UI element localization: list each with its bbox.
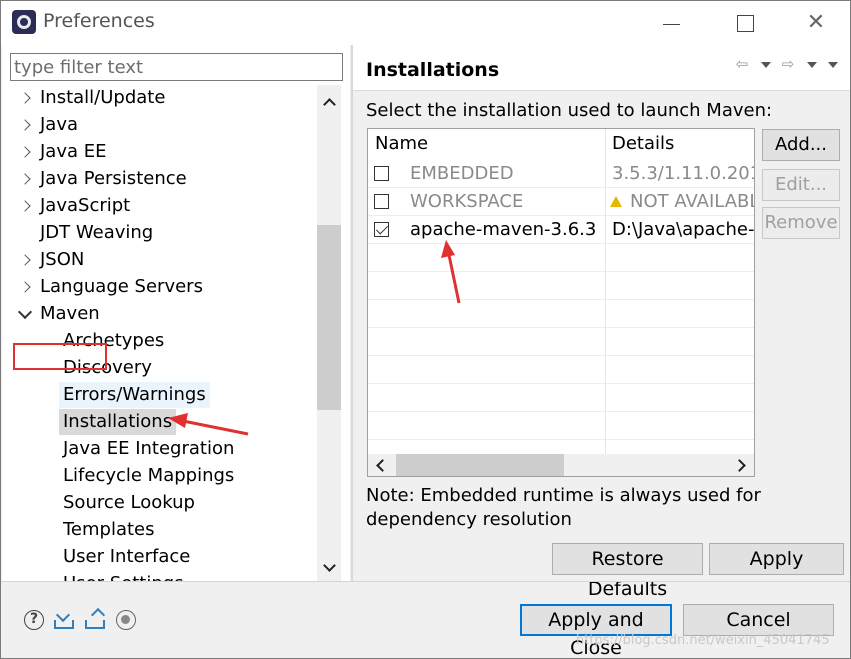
installation-details: NOT AVAILABLE <box>630 191 754 212</box>
scroll-down-icon[interactable] <box>317 557 341 581</box>
installation-name: WORKSPACE <box>410 191 524 212</box>
remove-button[interactable]: Remove <box>762 207 840 239</box>
close-button[interactable]: ✕ <box>801 9 831 37</box>
installations-table: Name Details EMBEDDED 3.5.3/1.11.0.20190… <box>367 128 755 477</box>
record-icon[interactable] <box>116 610 136 630</box>
tree-vertical-scrollbar[interactable] <box>317 85 341 581</box>
chevron-right-icon[interactable] <box>20 166 34 192</box>
maven-annotation-box <box>13 343 107 370</box>
cancel-button[interactable]: Cancel <box>683 604 834 636</box>
view-menu-caret-icon[interactable] <box>828 62 838 68</box>
import-icon[interactable] <box>53 607 75 630</box>
scroll-thumb[interactable] <box>396 454 564 476</box>
chevron-right-icon[interactable] <box>20 112 34 138</box>
chevron-right-icon[interactable] <box>20 85 34 111</box>
chevron-right-icon[interactable] <box>20 193 34 219</box>
chevron-right-icon[interactable] <box>20 139 34 165</box>
tree-item-label: Templates <box>63 519 155 540</box>
apply-and-close-button[interactable]: Apply and Close <box>520 604 672 659</box>
tree-item-label: Java <box>40 114 79 135</box>
apply-button[interactable]: Apply <box>709 543 844 575</box>
edit-button[interactable]: Edit... <box>762 169 840 201</box>
row-checkbox-checked[interactable] <box>374 222 389 237</box>
tree-item-label: Java EE Integration <box>63 438 235 459</box>
tree-item-label: Source Lookup <box>63 492 195 513</box>
row-checkbox[interactable] <box>374 166 389 181</box>
preferences-tree-panel: Install/Update Java Java EE Java Persist… <box>2 45 350 581</box>
row-divider <box>368 355 754 356</box>
page-header: Installations ⇦ ⇨ <box>353 45 850 91</box>
row-divider <box>368 271 754 272</box>
scroll-thumb[interactable] <box>317 225 341 410</box>
scroll-left-icon[interactable] <box>370 454 392 476</box>
table-horizontal-scrollbar[interactable] <box>368 454 754 476</box>
watermark: https://blog.csdn.net/weixin_45041745 <box>576 633 830 648</box>
chevron-down-icon[interactable] <box>18 301 32 327</box>
tree-item-label: User Settings <box>63 571 184 581</box>
tree-item-label: Java Persistence <box>40 168 187 189</box>
installations-page: Installations ⇦ ⇨ Select the installatio… <box>353 45 850 600</box>
title-bar: Preferences ✕ <box>1 1 850 45</box>
scroll-right-icon[interactable] <box>730 454 752 476</box>
installations-instruction: Select the installation used to launch M… <box>366 100 773 121</box>
back-arrow-icon[interactable]: ⇦ <box>733 55 751 73</box>
tree-item-label: Errors/Warnings <box>59 382 210 408</box>
table-row[interactable]: WORKSPACE NOT AVAILABLE <box>368 188 754 216</box>
chevron-right-icon[interactable] <box>20 247 34 273</box>
column-header-details[interactable]: Details <box>612 129 675 159</box>
preferences-tree: Install/Update Java Java EE Java Persist… <box>2 85 316 581</box>
embedded-runtime-note: Note: Embedded runtime is always used fo… <box>366 485 761 530</box>
window-title: Preferences <box>43 10 155 32</box>
tree-item-label: Install/Update <box>40 87 166 108</box>
row-divider <box>368 327 754 328</box>
maximize-button[interactable] <box>729 9 759 37</box>
eclipse-app-icon <box>12 10 36 34</box>
table-row[interactable]: EMBEDDED 3.5.3/1.11.0.20190 <box>368 160 754 188</box>
installation-name: EMBEDDED <box>410 163 514 184</box>
column-header-name[interactable]: Name <box>375 129 429 159</box>
installation-details-cell: NOT AVAILABLE <box>610 188 754 216</box>
forward-arrow-icon[interactable]: ⇨ <box>779 55 797 73</box>
export-icon[interactable] <box>84 607 106 630</box>
tree-item-label: Java EE <box>40 141 107 162</box>
restore-defaults-button[interactable]: Restore Defaults <box>552 543 703 600</box>
tray-shape <box>85 620 105 629</box>
table-row[interactable]: apache-maven-3.6.3 D:\Java\apache-maven <box>368 216 755 244</box>
chevron-right-icon[interactable] <box>20 274 34 300</box>
row-divider <box>368 299 754 300</box>
minimize-button[interactable] <box>656 9 686 37</box>
page-title: Installations <box>366 59 500 81</box>
tree-item-label: Language Servers <box>40 276 203 297</box>
preferences-window: Preferences ✕ Install/Update Java Java E… <box>0 0 851 659</box>
tree-item-label: Lifecycle Mappings <box>63 465 235 486</box>
installation-details: D:\Java\apache-maven <box>612 219 755 240</box>
tree-item-label: Maven <box>40 303 100 324</box>
row-divider <box>368 243 754 244</box>
tree-item-label: JSON <box>40 249 85 270</box>
tree-item-label: Installations <box>59 409 177 435</box>
row-checkbox[interactable] <box>374 194 389 209</box>
filter-input[interactable] <box>10 53 343 81</box>
footer-divider <box>1 581 850 582</box>
back-menu-caret-icon[interactable] <box>761 62 771 68</box>
tree-item-label: JavaScript <box>40 195 131 216</box>
tray-shape <box>54 620 74 629</box>
add-button[interactable]: Add... <box>762 129 840 161</box>
installation-details: 3.5.3/1.11.0.20190 <box>612 163 754 184</box>
tree-item-label: JDT Weaving <box>40 222 154 243</box>
forward-menu-caret-icon[interactable] <box>807 62 817 68</box>
row-divider <box>368 439 754 440</box>
row-divider <box>368 383 754 384</box>
warning-icon <box>610 196 624 208</box>
row-divider <box>368 411 754 412</box>
help-icon[interactable]: ? <box>24 610 44 630</box>
installation-name: apache-maven-3.6.3 <box>410 219 597 240</box>
tree-item-label: User Interface <box>63 546 191 567</box>
scroll-up-icon[interactable] <box>317 89 341 113</box>
